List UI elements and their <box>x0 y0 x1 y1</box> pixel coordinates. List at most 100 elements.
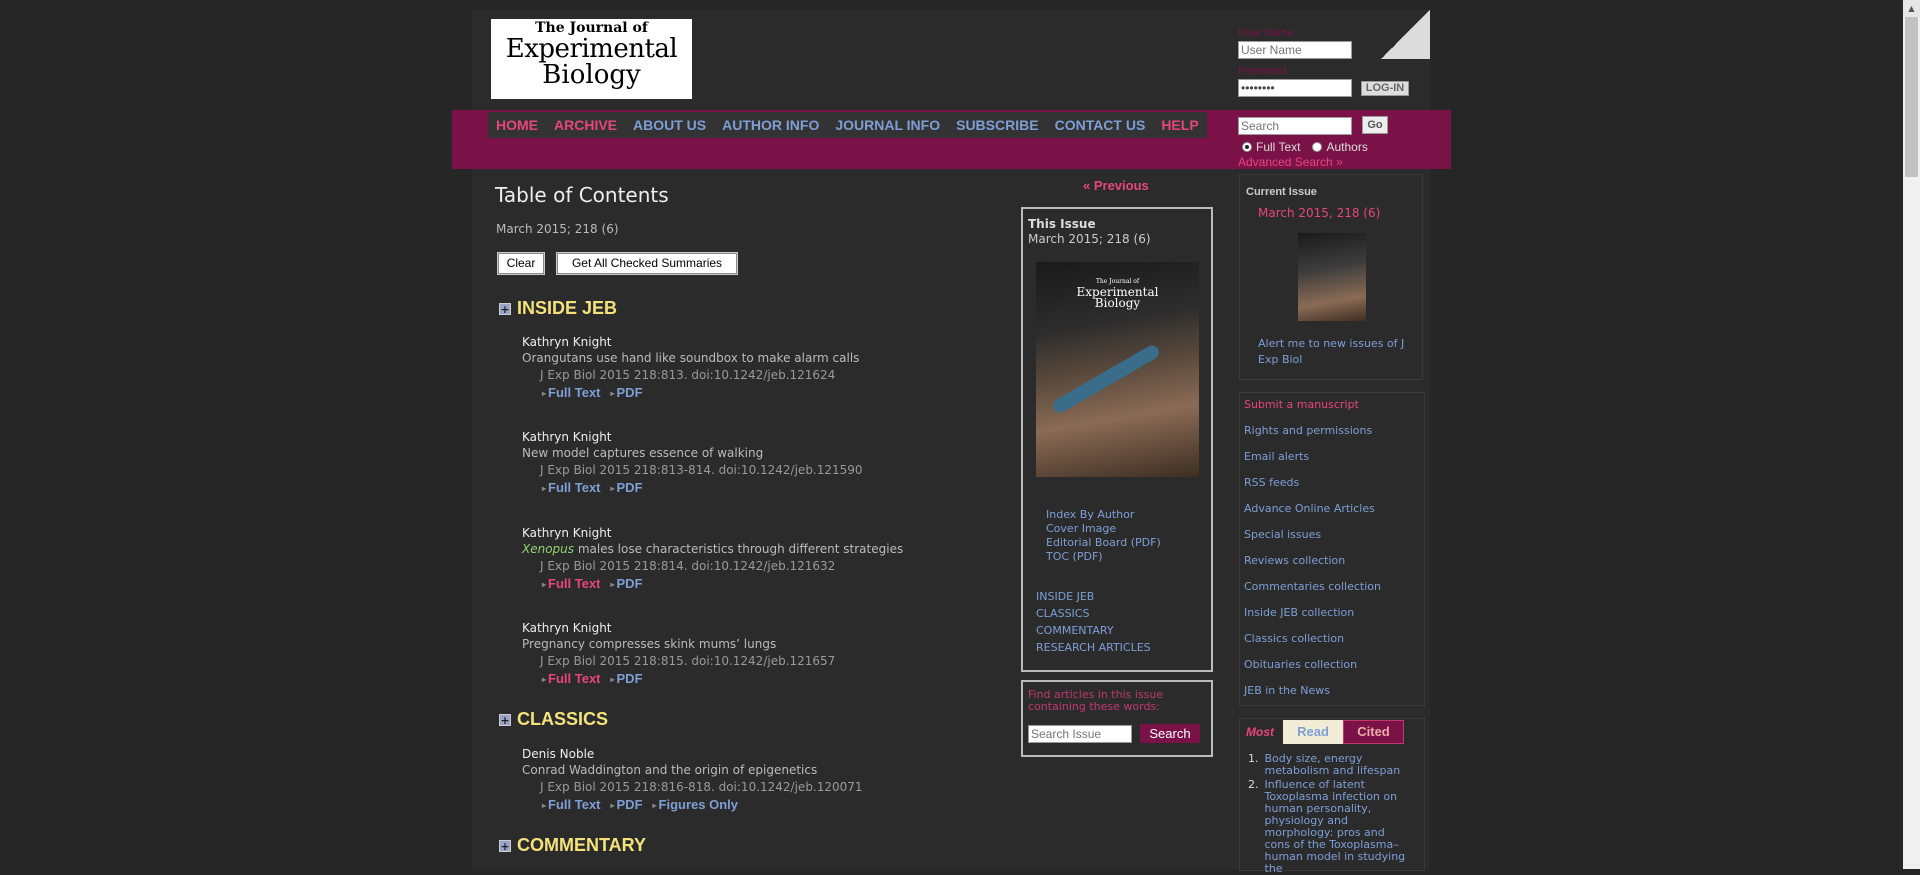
toc-pdf-link[interactable]: TOC (PDF) <box>1046 550 1161 564</box>
pdf-link[interactable]: PDF <box>611 796 643 815</box>
cover-image-link[interactable]: Cover Image <box>1046 522 1161 536</box>
expand-icon[interactable]: + <box>499 713 511 726</box>
sidebar-item-advance-articles[interactable]: Advance Online Articles <box>1244 502 1375 515</box>
issue-date: March 2015; 218 (6) <box>496 222 619 236</box>
pdf-link[interactable]: PDF <box>611 575 643 594</box>
section-title: CLASSICS <box>517 709 609 729</box>
article-citation: J Exp Biol 2015 218:813. doi:10.1242/jeb… <box>540 368 836 382</box>
fulltext-link[interactable]: Full Text <box>542 575 600 594</box>
find-in-issue-label: Find articles in this issue containing t… <box>1028 688 1164 713</box>
article-item: Kathryn Knight New model captures essenc… <box>522 429 1042 498</box>
this-issue-title: This Issue <box>1028 217 1096 231</box>
pdf-link[interactable]: PDF <box>611 670 643 689</box>
article-author: Kathryn Knight <box>522 526 612 540</box>
sidebar-item-reviews[interactable]: Reviews collection <box>1244 554 1345 567</box>
login-button[interactable]: LOG-IN <box>1361 81 1409 96</box>
logo-line-3: Biology <box>542 60 641 90</box>
article-author: Kathryn Knight <box>522 621 612 635</box>
site-search-input[interactable] <box>1238 117 1352 135</box>
issue-search-input[interactable] <box>1028 725 1132 743</box>
go-button[interactable]: Go <box>1362 116 1388 134</box>
nav-about-us[interactable]: ABOUT US <box>625 112 714 138</box>
sidebar-item-obituaries[interactable]: Obituaries collection <box>1244 658 1357 671</box>
sidebar-item-rights[interactable]: Rights and permissions <box>1244 424 1372 437</box>
most-label: Most <box>1246 725 1274 739</box>
section-link-research-articles[interactable]: RESEARCH ARTICLES <box>1036 639 1151 656</box>
article-links: Full Text PDF <box>522 384 1042 403</box>
nav-help[interactable]: HELP <box>1153 112 1206 138</box>
scroll-up-icon[interactable]: ▲ <box>1903 0 1920 17</box>
nav-subscribe[interactable]: SUBSCRIBE <box>948 112 1046 138</box>
tab-most-read[interactable]: Read <box>1283 720 1343 744</box>
fulltext-label: Full Text <box>1256 140 1301 154</box>
most-article-link[interactable]: Influence of latent Toxoplasma infection… <box>1265 779 1408 875</box>
article-title-italic: Xenopus <box>522 542 575 556</box>
fulltext-link[interactable]: Full Text <box>542 670 600 689</box>
section-link-commentary[interactable]: COMMENTARY <box>1036 622 1151 639</box>
fulltext-link[interactable]: Full Text <box>542 479 600 498</box>
scrollbar[interactable]: ▲ <box>1903 0 1920 869</box>
article-author: Kathryn Knight <box>522 335 612 349</box>
fulltext-link[interactable]: Full Text <box>542 384 600 403</box>
logo-line-2: Experimental <box>505 34 678 64</box>
page-title: Table of Contents <box>495 183 669 207</box>
fulltext-radio[interactable] <box>1242 142 1252 152</box>
nav-author-info[interactable]: AUTHOR INFO <box>714 112 827 138</box>
cover-masthead: The Journal of Experimental Biology <box>1036 276 1199 309</box>
issue-section-links: INSIDE JEB CLASSICS COMMENTARY RESEARCH … <box>1036 588 1151 656</box>
most-article-link[interactable]: Body size, energy metabolism and lifespa… <box>1265 753 1408 777</box>
nav-journal-info[interactable]: JOURNAL INFO <box>827 112 948 138</box>
current-issue-link[interactable]: March 2015, 218 (6) <box>1258 206 1380 220</box>
nav-archive[interactable]: ARCHIVE <box>546 112 625 138</box>
fulltext-link[interactable]: Full Text <box>542 796 600 815</box>
section-classics[interactable]: + CLASSICS <box>499 709 608 730</box>
sidebar-item-email-alerts[interactable]: Email alerts <box>1244 450 1309 463</box>
section-link-classics[interactable]: CLASSICS <box>1036 605 1151 622</box>
sidebar-item-inside-jeb[interactable]: Inside JEB collection <box>1244 606 1354 619</box>
cover-image[interactable]: The Journal of Experimental Biology <box>1036 262 1199 477</box>
alert-new-issues-link[interactable]: Alert me to new issues of J Exp Biol <box>1258 336 1418 368</box>
sidebar-item-commentaries[interactable]: Commentaries collection <box>1244 580 1381 593</box>
article-title: Xenopus males lose characteristics throu… <box>522 541 1042 557</box>
authors-radio[interactable] <box>1312 142 1323 152</box>
article-links: Full Text PDF <box>522 575 1042 594</box>
clear-button[interactable]: Clear <box>497 252 545 275</box>
section-inside-jeb[interactable]: + INSIDE JEB <box>499 298 617 319</box>
index-by-author-link[interactable]: Index By Author <box>1046 508 1161 522</box>
current-issue-label: Current Issue <box>1246 186 1317 198</box>
tab-most-cited[interactable]: Cited <box>1343 720 1404 744</box>
previous-issue-link[interactable]: « Previous <box>1083 178 1149 193</box>
list-number: 2. <box>1248 778 1259 791</box>
get-summaries-button[interactable]: Get All Checked Summaries <box>556 252 738 275</box>
lizard-graphic <box>1050 342 1162 416</box>
pdf-link[interactable]: PDF <box>611 479 643 498</box>
username-label: User Name <box>1238 27 1294 39</box>
expand-icon[interactable]: + <box>499 839 511 852</box>
article-item: Kathryn Knight Xenopus males lose charac… <box>522 525 1042 594</box>
password-input[interactable]: •••••••• <box>1238 79 1352 97</box>
sidebar-item-submit[interactable]: Submit a manuscript <box>1244 398 1359 411</box>
expand-icon[interactable]: + <box>499 302 511 315</box>
sidebar-item-rss[interactable]: RSS feeds <box>1244 476 1299 489</box>
sidebar-item-jeb-news[interactable]: JEB in the News <box>1244 684 1330 697</box>
this-issue-date: March 2015; 218 (6) <box>1028 232 1151 246</box>
sidebar-item-classics[interactable]: Classics collection <box>1244 632 1344 645</box>
article-title: New model captures essence of walking <box>522 446 764 460</box>
current-cover-thumbnail[interactable] <box>1298 233 1366 321</box>
article-links: Full Text PDF Figures Only <box>522 796 1042 815</box>
editorial-board-link[interactable]: Editorial Board (PDF) <box>1046 536 1161 550</box>
username-input[interactable] <box>1238 41 1352 59</box>
section-link-inside-jeb[interactable]: INSIDE JEB <box>1036 588 1151 605</box>
sidebar-item-special-issues[interactable]: Special issues <box>1244 528 1321 541</box>
authors-label: Authors <box>1326 140 1368 154</box>
scrollbar-thumb[interactable] <box>1905 17 1918 177</box>
advanced-search-link[interactable]: Advanced Search » <box>1238 155 1343 169</box>
nav-contact-us[interactable]: CONTACT US <box>1047 112 1154 138</box>
journal-logo[interactable]: The Journal of Experimental Biology <box>491 19 692 99</box>
figures-only-link[interactable]: Figures Only <box>653 796 738 815</box>
section-commentary[interactable]: + COMMENTARY <box>499 835 646 856</box>
issue-search-button[interactable]: Search <box>1140 724 1200 743</box>
list-item: 2. Influence of latent Toxoplasma infect… <box>1248 779 1408 875</box>
nav-home[interactable]: HOME <box>488 112 546 138</box>
pdf-link[interactable]: PDF <box>611 384 643 403</box>
